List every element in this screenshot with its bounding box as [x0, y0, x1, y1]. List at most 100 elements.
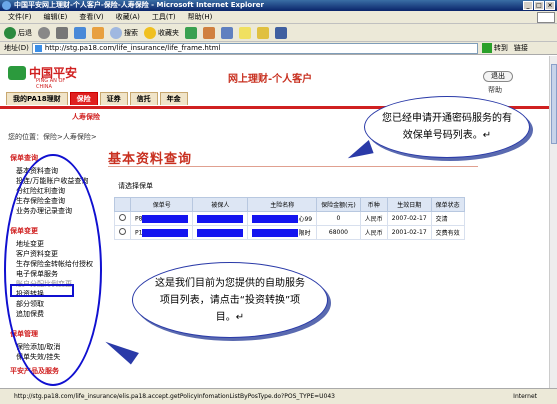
- col-insured: 被保人: [192, 197, 249, 212]
- logo-subtext: PING AN OF CHINA: [36, 78, 66, 90]
- callout-tail: [103, 333, 139, 365]
- sum-insured: 0: [316, 211, 361, 226]
- policy-radio[interactable]: [119, 228, 126, 235]
- policy-status: 交费有效: [430, 225, 465, 240]
- folder-button[interactable]: [257, 26, 269, 39]
- site-title: 网上理财-个人客户: [228, 74, 313, 85]
- status-url: http://stg.pa18.com/life_insurance/elis.…: [14, 393, 336, 400]
- callout-service-list: 这是我们目前为您提供的自助服务项目列表，请点击“投资转换”项目。↵: [132, 262, 328, 338]
- star-icon: [144, 26, 156, 39]
- col-currency: 币种: [359, 197, 388, 212]
- exit-button[interactable]: 退出: [483, 71, 513, 82]
- stop-button[interactable]: [56, 26, 68, 39]
- sidebar-item-investment-switch[interactable]: 投资转换: [6, 289, 102, 299]
- subnav-life-insurance[interactable]: 人寿保险: [72, 112, 100, 122]
- tab-my-pa18[interactable]: 我的PA18理财: [6, 92, 68, 105]
- menu-edit[interactable]: 编辑(E): [44, 11, 68, 23]
- sidebar-item-survival-benefit[interactable]: 生存保险金查询: [6, 196, 102, 206]
- scrollbar-thumb[interactable]: [551, 64, 557, 144]
- policy-number: P1: [135, 229, 143, 236]
- address-label: 地址(D): [4, 44, 29, 52]
- maximize-button[interactable]: □: [534, 1, 544, 10]
- sidebar-item-basic-info[interactable]: 基本资料查询: [6, 166, 102, 176]
- forward-button[interactable]: [38, 26, 50, 39]
- sidebar-item-allocation-change[interactable]: 账户分配比例变更: [6, 279, 102, 289]
- back-label: 后退: [18, 28, 32, 37]
- search-label: 搜索: [124, 28, 138, 37]
- sidebar-item-add-cancel[interactable]: 保险添加/取消: [6, 342, 102, 352]
- sidebar-item-address-change[interactable]: 地址变更: [6, 239, 102, 249]
- tab-securities[interactable]: 证券: [99, 92, 128, 105]
- close-button[interactable]: ×: [545, 1, 555, 10]
- refresh-button[interactable]: [74, 26, 86, 39]
- policy-number: P8: [135, 215, 143, 222]
- tab-insurance[interactable]: 保险: [69, 92, 98, 105]
- home-button[interactable]: [92, 26, 104, 39]
- callout-text: 您已经申请开通密码服务的有效保单号码列表。↵: [382, 113, 512, 141]
- favorites-button[interactable]: 收藏夹: [144, 26, 179, 39]
- sidebar-section-policy-change: 保单变更: [10, 227, 38, 235]
- redaction-block: [197, 228, 244, 237]
- currency: 人民币: [359, 211, 388, 226]
- search-button[interactable]: 搜索: [110, 26, 138, 39]
- go-label: 转到: [493, 44, 508, 52]
- policy-table: 保单号 被保人 主险名称 保险金额(元) 币种 生效日期 保单状态 P8 心99…: [114, 197, 465, 240]
- links-label[interactable]: 链接: [514, 43, 528, 53]
- ie-icon: [2, 1, 11, 10]
- messenger-button[interactable]: [275, 26, 287, 39]
- go-button[interactable]: 转到: [481, 43, 508, 53]
- address-input[interactable]: http://stg.pa18.com/life_insurance/life_…: [31, 42, 478, 54]
- history-button[interactable]: [203, 26, 215, 39]
- favorites-label: 收藏夹: [158, 28, 179, 37]
- tab-trust[interactable]: 信托: [129, 92, 158, 105]
- search-icon: [110, 26, 122, 39]
- callout-text: 这是我们目前为您提供的自助服务项目列表，请点击“投资转换”项目。↵: [155, 277, 305, 323]
- mail-button[interactable]: [221, 26, 233, 39]
- media-button[interactable]: [185, 26, 197, 39]
- redaction-block: [197, 214, 244, 223]
- vertical-scrollbar[interactable]: [549, 56, 557, 388]
- minimize-button[interactable]: _: [523, 1, 533, 10]
- sidebar-item-dividend[interactable]: 分红险红利查询: [6, 186, 102, 196]
- breadcrumb: 您的位置：保险>人寿保险>: [8, 133, 97, 141]
- web-page: 中国平安 PING AN OF CHINA 网上理财-个人客户 退出 帮助 我的…: [0, 56, 549, 388]
- product-name: 心99: [298, 215, 313, 223]
- effective-date: 2007-02-17: [386, 211, 432, 226]
- sidebar-item-e-policy[interactable]: 电子保单服务: [6, 269, 102, 279]
- table-row[interactable]: P1 限时 68000 人民币 2001-02-17 交费有效: [114, 225, 465, 240]
- window-title-bar: 中国平安网上理财-个人客户-保险-人寿保险 - Microsoft Intern…: [0, 0, 557, 11]
- tab-annuity[interactable]: 年金: [159, 92, 188, 105]
- security-zone: Internet: [513, 393, 537, 400]
- status-bar: http://stg.pa18.com/life_insurance/elis.…: [0, 388, 557, 404]
- pingan-logo-icon: [8, 65, 26, 80]
- menu-view[interactable]: 查看(V): [79, 11, 103, 23]
- policy-radio[interactable]: [119, 214, 126, 221]
- sidebar-item-customer-info[interactable]: 客户资料变更: [6, 249, 102, 259]
- window-title: 中国平安网上理财-个人客户-保险-人寿保险 - Microsoft Intern…: [14, 1, 264, 9]
- sidebar-item-business-records[interactable]: 业务办理记录查询: [6, 206, 102, 216]
- brand-logo: 中国平安 PING AN OF CHINA: [8, 64, 77, 90]
- sidebar-item-additional-premium[interactable]: 追加保费: [6, 309, 102, 319]
- title-divider: [108, 166, 478, 167]
- menu-favorites[interactable]: 收藏(A): [116, 11, 140, 23]
- sidebar-item-partial-withdrawal[interactable]: 部分领取: [6, 299, 102, 309]
- menu-bar: 文件(F) 编辑(E) 查看(V) 收藏(A) 工具(T) 帮助(H): [0, 11, 557, 24]
- address-bar: 地址(D) http://stg.pa18.com/life_insurance…: [0, 42, 557, 55]
- sidebar-item-lapse-loss[interactable]: 保单失效/挂失: [6, 352, 102, 362]
- menu-tools[interactable]: 工具(T): [152, 11, 176, 23]
- menu-help[interactable]: 帮助(H): [188, 11, 213, 23]
- back-arrow-icon: [4, 26, 16, 39]
- window-controls: _ □ ×: [523, 1, 555, 10]
- menu-file[interactable]: 文件(F): [8, 11, 32, 23]
- back-button[interactable]: 后退: [4, 26, 32, 39]
- print-button[interactable]: [239, 26, 251, 39]
- sidebar-item-investment-yield[interactable]: 投连/万能账户收益查询: [6, 176, 102, 186]
- product-name: 限时: [298, 229, 311, 237]
- redaction-block: [252, 215, 299, 224]
- sidebar-section-policy-management: 保单管理: [10, 330, 38, 338]
- table-row[interactable]: P8 心99 0 人民币 2007-02-17 交清: [114, 211, 465, 226]
- col-status: 保单状态: [430, 197, 465, 212]
- help-link[interactable]: 帮助: [488, 85, 502, 95]
- col-product: 主险名称: [247, 197, 318, 212]
- sidebar-item-transfer-auth[interactable]: 生存保险金转帐给付授权: [6, 259, 102, 269]
